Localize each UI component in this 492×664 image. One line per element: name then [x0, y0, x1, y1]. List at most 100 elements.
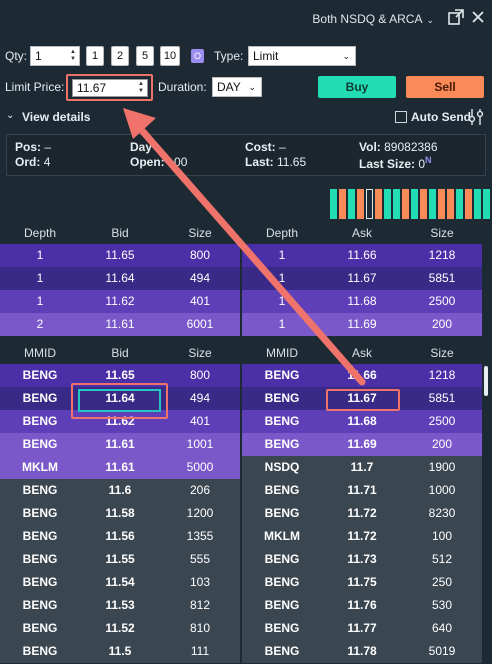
book-bid-size: 800 — [189, 368, 211, 382]
chevron-down-icon: ⌄ — [342, 51, 350, 61]
book-ask-mmid: NSDQ — [264, 460, 300, 474]
book-row[interactable]: BENG 11.5 111 BENG 11.78 5019 — [0, 640, 482, 663]
book-ask-price: 11.66 — [347, 368, 377, 382]
book-row[interactable]: BENG 11.58 1200 BENG 11.72 8230 — [0, 502, 482, 525]
qty-preset-5-button[interactable]: 5 — [136, 46, 154, 66]
book-header: MMID Bid Size MMID Ask Size — [0, 340, 482, 364]
book-bid-size: 401 — [189, 414, 211, 428]
venue-selector[interactable]: Both NSDQ & ARCA ⌄ — [312, 12, 434, 26]
o-badge[interactable]: O — [191, 49, 204, 63]
book-row[interactable]: BENG 11.56 1355 MKLM 11.72 100 — [0, 525, 482, 548]
book-ask-mmid: BENG — [264, 644, 300, 658]
close-icon[interactable] — [470, 9, 486, 25]
book-ask-price: 11.68 — [347, 414, 377, 428]
book-ask-mmid: BENG — [264, 483, 300, 497]
activity-bar — [456, 189, 463, 219]
depth-row[interactable]: 2 11.61 6001 1 11.69 200 — [0, 313, 482, 336]
book-bid-price: 11.61 — [105, 437, 135, 451]
ask-highlight-box — [326, 389, 400, 411]
qty-preset-1-button[interactable]: 1 — [86, 46, 104, 66]
book-bid-mmid: BENG — [22, 437, 58, 451]
activity-bar — [384, 189, 391, 219]
open-value: 00 — [174, 155, 188, 169]
book-bid-size: 810 — [189, 621, 211, 635]
book-bid-price: 11.55 — [105, 552, 135, 566]
book-bid-mmid: BENG — [22, 368, 58, 382]
book-row[interactable]: BENG 11.61 1001 BENG 11.69 200 — [0, 433, 482, 456]
book-ask-mmid: BENG — [264, 414, 300, 428]
depth-ask-price: 11.67 — [347, 271, 377, 285]
book-bid-size: 555 — [189, 552, 211, 566]
last-label: Last: — [245, 155, 274, 169]
duration-select[interactable]: DAY ⌄ — [212, 77, 262, 97]
limit-price-highlight: 11.67 ▲ ▼ — [66, 74, 153, 101]
book-bid-mmid: BENG — [22, 483, 58, 497]
pos-value: – — [44, 140, 52, 154]
quantity-input[interactable]: 1 ▲ ▼ — [30, 46, 80, 66]
book-ask-size: 1218 — [428, 368, 456, 382]
book-bid-size: 5000 — [186, 460, 214, 474]
depth-row[interactable]: 1 11.64 494 1 11.67 5851 — [0, 267, 482, 290]
popout-icon[interactable] — [448, 9, 464, 25]
book-bid-size: 206 — [189, 483, 211, 497]
book-header-ask-mmid: MMID — [266, 346, 298, 360]
view-details-toggle[interactable]: View details — [22, 110, 90, 124]
book-row[interactable]: MKLM 11.61 5000 NSDQ 11.7 1900 — [0, 456, 482, 479]
qty-preset-10-button[interactable]: 10 — [160, 46, 180, 66]
auto-send-checkbox[interactable] — [395, 111, 407, 123]
book-bid-price: 11.5 — [108, 644, 132, 658]
activity-bar — [420, 189, 427, 219]
book-ask-price: 11.69 — [347, 437, 377, 451]
qty-preset-2-button[interactable]: 2 — [111, 46, 129, 66]
depth-bid-depth: 1 — [36, 271, 44, 285]
depth-row[interactable]: 1 11.62 401 1 11.68 2500 — [0, 290, 482, 313]
book-bid-mmid: BENG — [22, 598, 58, 612]
book-ask-size: 512 — [431, 552, 453, 566]
book-bid-mmid: BENG — [22, 506, 58, 520]
book-row[interactable]: BENG 11.54 103 BENG 11.75 250 — [0, 571, 482, 594]
book-ask-size: 1000 — [428, 483, 456, 497]
depth-bid-price: 11.65 — [105, 248, 135, 262]
book-row[interactable]: BENG 11.53 812 BENG 11.76 530 — [0, 594, 482, 617]
book-ask-size: 5851 — [428, 391, 456, 405]
activity-bar — [447, 189, 454, 219]
book-bid-mmid: BENG — [22, 575, 58, 589]
sell-button[interactable]: Sell — [406, 76, 484, 98]
day-label: Day — [130, 140, 153, 154]
activity-bar — [402, 189, 409, 219]
ord-label: Ord: — [15, 155, 41, 169]
cost-stat: Cost: – — [245, 140, 286, 154]
depth-ask-depth: 1 — [278, 271, 286, 285]
order-type-select[interactable]: Limit ⌄ — [248, 46, 356, 66]
book-row[interactable]: BENG 11.6 206 BENG 11.71 1000 — [0, 479, 482, 502]
activity-bar — [465, 189, 472, 219]
book-ask-mmid: MKLM — [264, 529, 300, 543]
details-row: ⌄ View details Auto Send — [0, 108, 492, 128]
settings-sliders-icon[interactable] — [468, 108, 484, 126]
stepper-icon[interactable]: ▲ ▼ — [138, 81, 144, 95]
book-bid-price: 11.56 — [105, 529, 135, 543]
limit-price-label: Limit Price: — [5, 80, 65, 94]
limit-price-input[interactable]: 11.67 ▲ ▼ — [72, 79, 148, 97]
book-header-bid-mmid: MMID — [24, 346, 56, 360]
depth-bid-size: 6001 — [186, 317, 214, 331]
book-header-bid: Bid — [111, 346, 129, 360]
book-ask-mmid: BENG — [264, 368, 300, 382]
scrollbar[interactable] — [484, 366, 488, 396]
chevron-down-icon[interactable]: ⌄ — [6, 110, 14, 121]
buy-button[interactable]: Buy — [318, 76, 396, 98]
activity-bar — [348, 189, 355, 219]
depth-row[interactable]: 1 11.65 800 1 11.66 1218 — [0, 244, 482, 267]
activity-bar — [375, 189, 382, 219]
book-ask-price: 11.76 — [347, 598, 377, 612]
book-ask-mmid: BENG — [264, 391, 300, 405]
depth-bid-depth: 2 — [36, 317, 44, 331]
depth-ask-price: 11.69 — [347, 317, 377, 331]
stepper-icon[interactable]: ▲ ▼ — [70, 49, 76, 63]
book-header-ask: Ask — [351, 346, 372, 360]
top-bar: Both NSDQ & ARCA ⌄ — [0, 0, 492, 38]
book-row[interactable]: BENG 11.55 555 BENG 11.73 512 — [0, 548, 482, 571]
depth-header-bid-size: Size — [188, 226, 212, 240]
book-row[interactable]: BENG 11.52 810 BENG 11.77 640 — [0, 617, 482, 640]
book-bid-price: 11.53 — [105, 598, 135, 612]
